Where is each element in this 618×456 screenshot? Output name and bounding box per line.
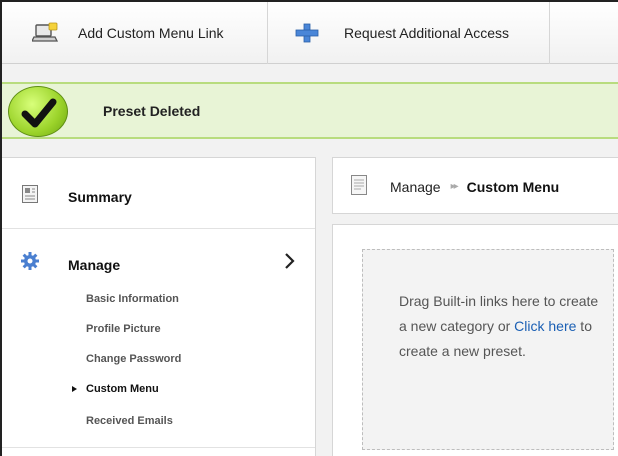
builtin-links-dropzone[interactable]: Drag Built-in links here to create a new… [362, 249, 614, 450]
custom-menu-workspace: Drag Built-in links here to create a new… [332, 224, 618, 456]
sidebar-item-manage-label: Manage [68, 257, 121, 273]
create-preset-link[interactable]: Click here [514, 318, 576, 334]
sidebar-subitem-profile-picture[interactable]: Profile Picture [86, 323, 161, 335]
notice-text: Preset Deleted [103, 102, 201, 119]
breadcrumb-parent[interactable]: Manage [390, 179, 441, 195]
dropzone-instructions: Drag Built-in links here to create a new… [399, 289, 599, 364]
toolbar: Add Custom Menu Link Request Additional … [2, 2, 618, 64]
sidebar: Summary Manage Basic Information Profile… [2, 157, 316, 456]
add-custom-menu-link-label: Add Custom Menu Link [78, 25, 224, 41]
chevron-right-icon[interactable] [283, 252, 297, 270]
document-icon [351, 175, 367, 195]
add-custom-menu-link-button[interactable]: Add Custom Menu Link [2, 2, 268, 64]
sidebar-divider [2, 447, 315, 448]
summary-icon [22, 185, 38, 203]
breadcrumb: Manage ▸▸ Custom Menu [332, 157, 618, 214]
sidebar-subitem-received-emails[interactable]: Received Emails [86, 415, 173, 427]
checkmark-icon [8, 86, 68, 137]
request-additional-access-button[interactable]: Request Additional Access [268, 2, 550, 64]
sidebar-item-summary-label: Summary [68, 189, 132, 205]
gear-icon [21, 252, 39, 270]
breadcrumb-current: Custom Menu [466, 178, 560, 195]
sidebar-subitem-basic-information[interactable]: Basic Information [86, 293, 179, 305]
sidebar-subitem-change-password[interactable]: Change Password [86, 353, 181, 365]
sidebar-item-summary[interactable]: Summary [2, 158, 315, 229]
breadcrumb-separator: ▸▸ [450, 181, 459, 192]
laptop-add-icon [30, 22, 59, 44]
plus-icon [294, 22, 320, 44]
request-additional-access-label: Request Additional Access [344, 25, 509, 41]
sidebar-subitem-custom-menu[interactable]: Custom Menu [72, 383, 159, 395]
success-notice: Preset Deleted [2, 82, 618, 139]
breadcrumb-trail: Manage ▸▸ Custom Menu [390, 158, 559, 215]
